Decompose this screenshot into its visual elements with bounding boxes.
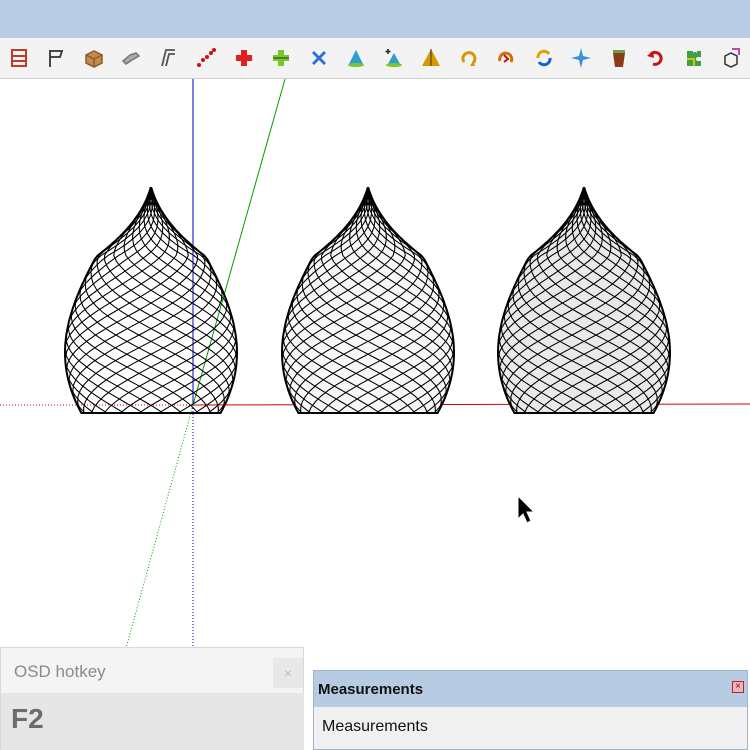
rotate-arrow-icon (461, 51, 477, 66)
blue-x-icon (311, 51, 326, 65)
dome-lattice-1 (63, 187, 239, 414)
flag-icon (49, 50, 64, 67)
box-icon (85, 50, 103, 68)
toolbar-button-undo-arrow[interactable] (638, 39, 676, 77)
list-box-icon (10, 49, 27, 67)
triangle-icon (422, 49, 441, 66)
toolbar-button-blue-x[interactable] (300, 39, 338, 77)
measurements-header: Measurements × (314, 671, 747, 707)
mouse-cursor-icon (517, 494, 536, 524)
dome-rib (72, 187, 212, 414)
dotted-curve-icon (197, 48, 217, 67)
osd-key-display: F2 (1, 693, 304, 750)
toolbar-button-pipe[interactable] (113, 39, 151, 77)
toolbar-button-box[interactable] (75, 39, 113, 77)
toolbar-button-circle-arrows[interactable] (525, 39, 563, 77)
toolbar-button-cone[interactable] (338, 39, 376, 77)
fire-rotate-icon (498, 51, 514, 63)
toolbar-button-cone-plus[interactable] (375, 39, 413, 77)
dome-rib (90, 187, 230, 414)
toolbar-button-flag[interactable] (38, 39, 76, 77)
osd-key-label: F2 (11, 703, 44, 734)
measurements-panel: Measurements × Measurements (313, 670, 748, 750)
toolbar-button-green-cross[interactable] (263, 39, 301, 77)
measurements-close-button[interactable]: × (732, 681, 744, 693)
undo-arrow-icon (647, 50, 663, 66)
toolbar-button-rotate-arrow[interactable] (450, 39, 488, 77)
osd-hotkey-panel: OSD hotkey × F2 (0, 647, 304, 750)
dome-lattice-2 (280, 187, 456, 414)
dome-lattice-3 (496, 187, 672, 414)
measurements-field[interactable]: Measurements (314, 707, 747, 749)
axis-green-line (192, 79, 286, 406)
toolbar-button-triangle[interactable] (413, 39, 451, 77)
dome-rib (123, 187, 238, 414)
toolbar (0, 38, 750, 79)
dome-rib (90, 187, 230, 414)
window-titlebar (0, 0, 750, 38)
cube-arrow-icon (724, 48, 741, 68)
circle-arrows-icon (536, 49, 552, 67)
dome-rib (64, 187, 179, 414)
toolbar-button-list-box[interactable] (0, 39, 38, 77)
green-cross-icon (273, 50, 290, 66)
cone-icon (348, 50, 365, 67)
red-cross-icon (235, 50, 252, 66)
toolbar-button-offset[interactable] (150, 39, 188, 77)
toolbar-button-star-move[interactable] (563, 39, 601, 77)
toolbar-button-red-cross[interactable] (225, 39, 263, 77)
axis-red-line (192, 403, 750, 406)
toolbar-button-cube-arrow[interactable] (713, 39, 750, 77)
toolbar-button-dotted-curve[interactable] (188, 39, 226, 77)
cone-plus-icon (385, 49, 402, 67)
osd-title: OSD hotkey (14, 662, 106, 681)
bucket-icon (612, 50, 625, 67)
dome-rib (64, 187, 179, 414)
puzzle-icon (686, 51, 701, 66)
measurements-title: Measurements (318, 681, 424, 698)
osd-close-button[interactable]: × (273, 658, 303, 688)
offset-icon (160, 49, 175, 67)
pipe-icon (122, 52, 141, 65)
toolbar-button-bucket[interactable] (600, 39, 638, 77)
dome-rib (72, 187, 212, 414)
measurements-label: Measurements (322, 718, 428, 735)
toolbar-button-puzzle[interactable] (675, 39, 713, 77)
star-move-icon (571, 48, 592, 68)
dome-rib (123, 187, 238, 414)
toolbar-button-fire-rotate[interactable] (488, 39, 526, 77)
